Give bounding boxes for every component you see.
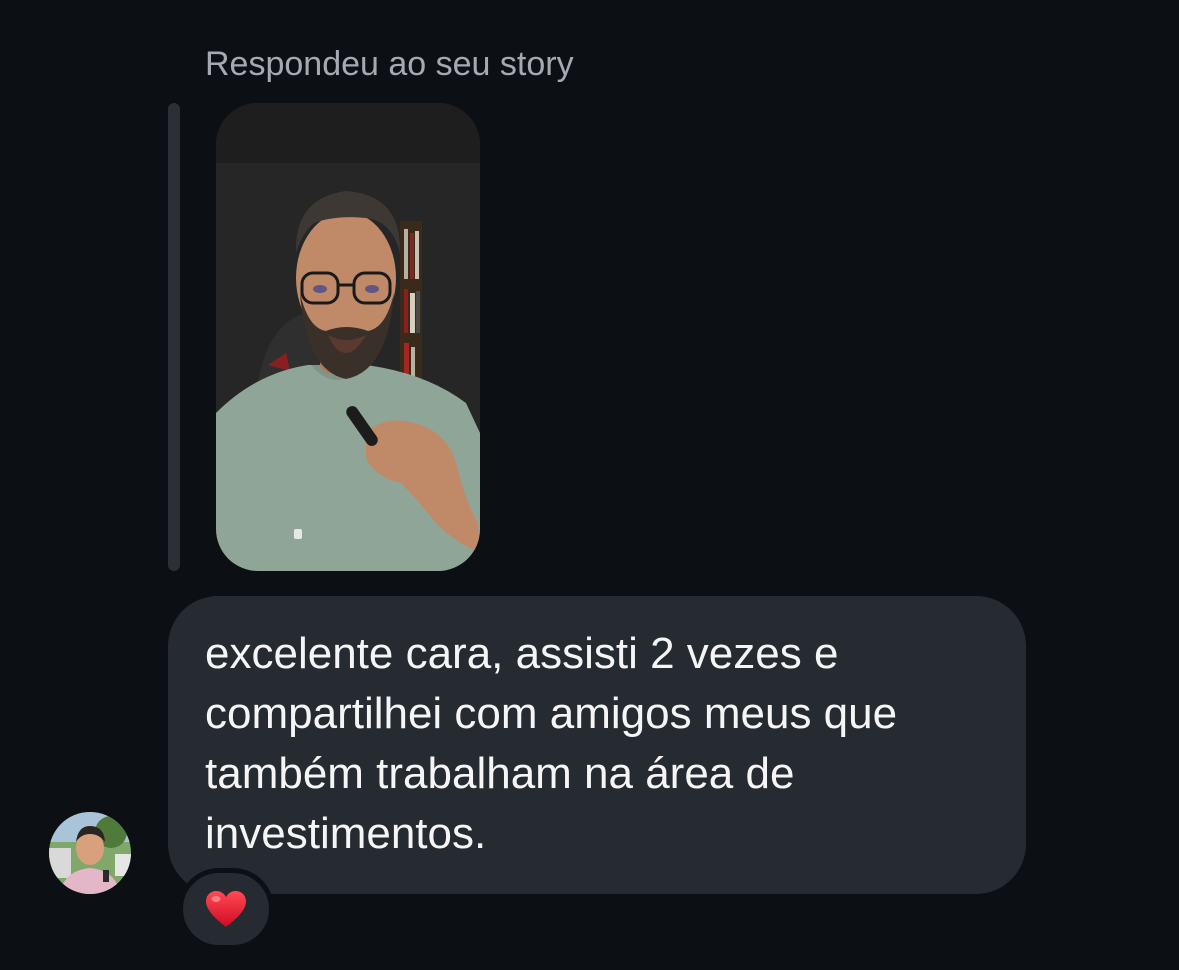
reply-indicator-bar	[168, 103, 180, 571]
heart-icon	[206, 891, 246, 927]
reaction-badge[interactable]	[178, 868, 274, 950]
message-bubble[interactable]: excelente cara, assisti 2 vezes e compar…	[168, 596, 1026, 894]
sender-avatar[interactable]	[49, 812, 131, 894]
story-image	[216, 103, 480, 571]
message-text: excelente cara, assisti 2 vezes e compar…	[205, 629, 898, 858]
story-reply-caption: Respondeu ao seu story	[205, 45, 574, 83]
avatar-image	[49, 812, 131, 894]
story-thumbnail[interactable]	[216, 103, 480, 571]
